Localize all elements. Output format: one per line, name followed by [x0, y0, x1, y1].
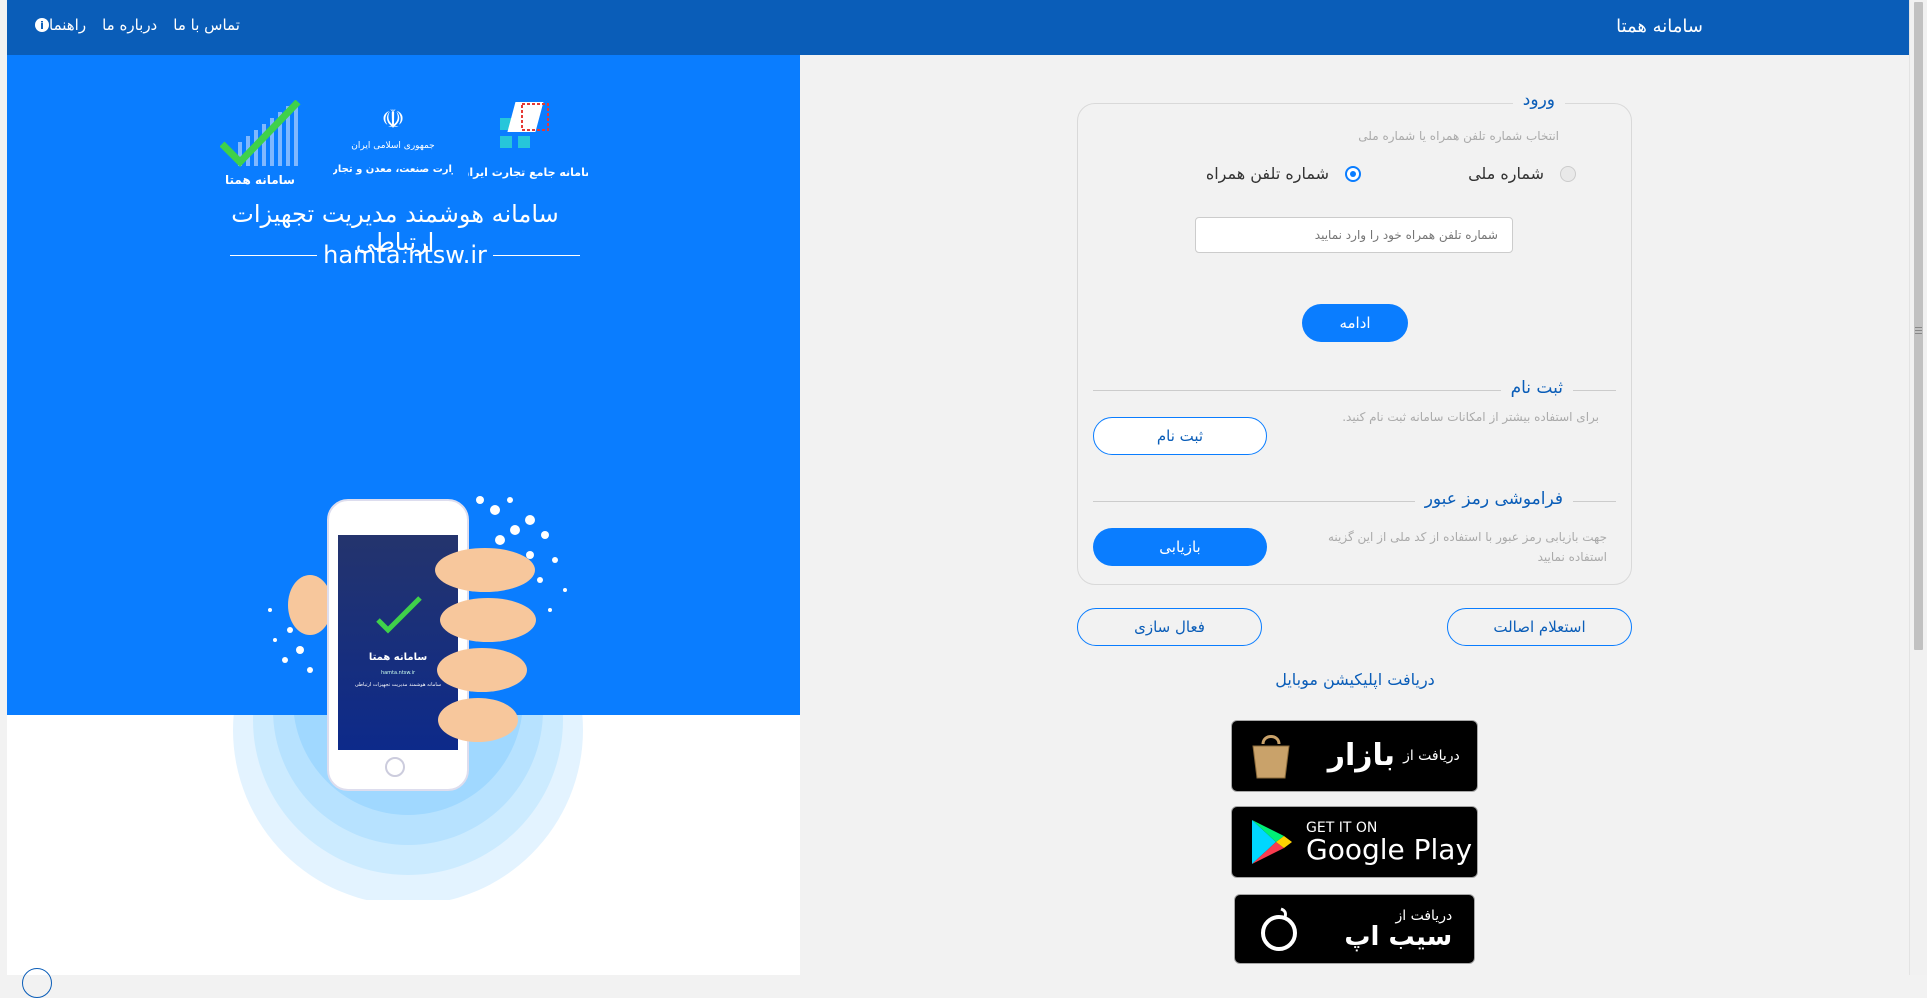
sibapp-big-text: سیب اپ [1344, 922, 1453, 952]
radio-national[interactable]: شماره ملی [1468, 164, 1576, 183]
url-rule-left [230, 254, 318, 256]
phone-screen-subtitle: سامانه هوشمند مدیریت تجهیزات ارتباطی [355, 682, 441, 688]
nav-help[interactable]: راهنما i [31, 16, 86, 34]
radio-mobile-button[interactable] [1345, 165, 1361, 182]
hero-logos: سامانه همتا ☫ جمهوری اسلامی ایران وزارت … [215, 100, 595, 190]
forgot-title: فراموشی رمز عبور [1414, 489, 1573, 509]
hamta-logo: سامانه همتا [220, 100, 301, 187]
phone-illustration: سامانه همتا hamta.ntsw.ir سامانه هوشمند … [230, 480, 650, 900]
radio-national-label: شماره ملی [1468, 164, 1544, 183]
google-play-text: GET IT ON Google Play [1306, 820, 1472, 864]
register-title: ثبت نام [1500, 378, 1573, 398]
top-nav: تماس با ما درباره ما راهنما i [31, 16, 240, 34]
google-big-text: Google Play [1306, 833, 1473, 866]
radio-mobile-label: شماره تلفن همراه [1205, 164, 1329, 183]
nav-help-label: راهنما [49, 16, 87, 34]
register-button[interactable]: ثبت نام [1093, 417, 1267, 455]
bazaar-big-text: بازار [1327, 738, 1396, 773]
sibapp-text: دریافت از سیب اپ [1344, 908, 1452, 950]
hero-url-line: hamta.ntsw.ir [230, 240, 581, 270]
mobile-app-title: دریافت اپلیکیشن موبایل [1275, 670, 1435, 689]
top-bar: تماس با ما درباره ما راهنما i سامانه همت… [7, 0, 1910, 55]
ministry-logo: ☫ جمهوری اسلامی ایران وزارت صنعت، معدن و… [333, 105, 453, 175]
info-icon: i [35, 18, 49, 32]
login-legend: ورود [1512, 90, 1565, 110]
login-hint: انتخاب شماره تلفن همراه یا شماره ملی [1358, 129, 1559, 143]
login-card: ورود انتخاب شماره تلفن همراه یا شماره مل… [1077, 90, 1632, 585]
nav-about[interactable]: درباره ما [102, 16, 157, 34]
trade-system-logo: سامانه جامع تجارت ایران [468, 102, 588, 179]
google-play-icon [1252, 820, 1292, 864]
register-desc: برای استفاده بیشتر از امکانات سامانه ثبت… [1342, 410, 1599, 424]
scrollbar-thumb[interactable] [1914, 2, 1923, 650]
authenticity-inquiry-button[interactable]: استعلام اصالت [1447, 608, 1632, 646]
ministry-logo-line2: وزارت صنعت، معدن و تجارت [333, 164, 453, 175]
bazaar-bag-icon [1252, 735, 1290, 779]
phone-screen-url: hamta.ntsw.ir [381, 670, 416, 676]
scrollbar-grip [1915, 327, 1922, 328]
radio-mobile[interactable]: شماره تلفن همراه [1206, 164, 1361, 183]
vertical-scrollbar[interactable] [1909, 0, 1927, 975]
trade-logo-text: سامانه جامع تجارت ایران [468, 166, 588, 179]
svg-text:☫: ☫ [381, 105, 404, 135]
hamta-logo-text: سامانه همتا [225, 173, 295, 187]
corner-chat-icon[interactable] [22, 968, 52, 998]
forgot-desc: جهت بازیابی رمز عبور با استفاده از کد مل… [1327, 530, 1607, 564]
activation-button[interactable]: فعال سازی [1077, 608, 1262, 646]
ministry-logo-line1: جمهوری اسلامی ایران [351, 141, 435, 151]
bazaar-text: دریافت از بازار [1328, 741, 1460, 771]
phone-screen-title: سامانه همتا [369, 652, 427, 663]
sibapp-icon [1260, 907, 1297, 951]
hero-url[interactable]: hamta.ntsw.ir [317, 241, 493, 269]
continue-button[interactable]: ادامه [1302, 304, 1408, 342]
bazaar-badge[interactable]: دریافت از بازار [1231, 720, 1478, 792]
sibapp-badge[interactable]: دریافت از سیب اپ [1234, 894, 1475, 964]
radio-national-button[interactable] [1560, 165, 1576, 182]
recover-button[interactable]: بازیابی [1093, 528, 1267, 566]
brand-title[interactable]: سامانه همتا [1616, 16, 1703, 37]
url-rule-right [492, 254, 581, 256]
google-play-badge[interactable]: GET IT ON Google Play [1231, 806, 1478, 878]
nav-contact[interactable]: تماس با ما [173, 16, 240, 34]
mobile-number-input[interactable] [1195, 217, 1513, 253]
bazaar-small-text: دریافت از [1403, 748, 1460, 764]
